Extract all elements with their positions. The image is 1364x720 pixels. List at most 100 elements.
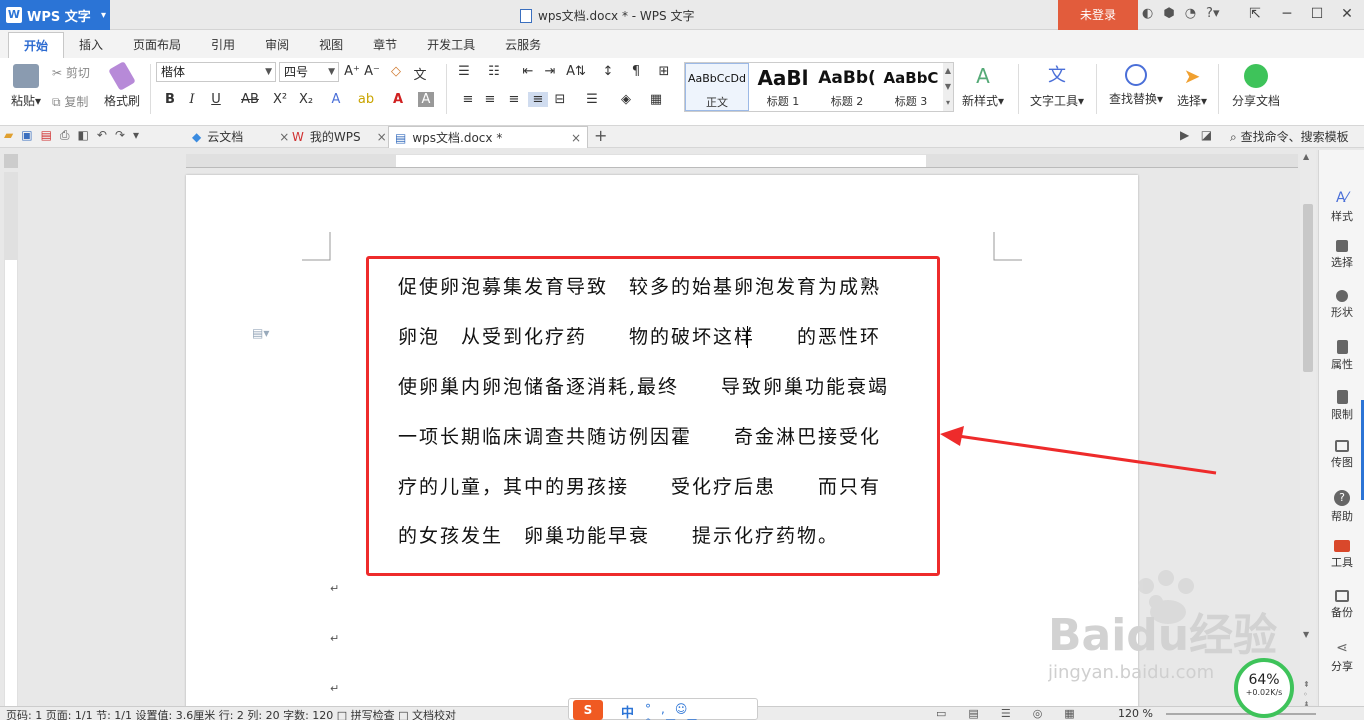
style-heading-2[interactable]: AaBb( 标题 2 [815,63,879,111]
sidebar-item-shapes[interactable]: 形状 [1319,290,1364,320]
format-painter-button[interactable]: 格式刷 [102,61,142,109]
network-speed-widget[interactable]: 64% +0.02K/s [1234,658,1294,718]
scroll-thumb[interactable] [1303,204,1313,372]
strikethrough-icon[interactable]: AB [238,92,262,107]
undo-icon[interactable]: ↶ [97,128,107,143]
backup-icon[interactable]: ◪ [1201,128,1212,142]
sidebar-item-backup[interactable]: 备份 [1319,590,1364,620]
align-left-icon[interactable]: ≡ [458,92,478,107]
more-icon[interactable]: ▾ [133,128,139,143]
minimize-icon[interactable]: ─ [1272,0,1302,30]
close-icon[interactable]: ✕ [1332,0,1362,30]
doc-line[interactable]: 卵泡 从受到化疗药 物的破坏这样 的恶性环 [398,322,881,349]
tab-review[interactable]: 审阅 [250,32,304,58]
select-button[interactable]: ➤ 选择▾ [1172,64,1212,109]
grow-font-icon[interactable]: A⁺ [342,64,362,79]
vertical-ruler[interactable] [4,172,18,720]
border-icon[interactable]: ▦ [646,92,666,107]
tab-references[interactable]: 引用 [196,32,250,58]
font-color-icon[interactable]: A [388,92,408,107]
sidebar-item-restrict[interactable]: 限制 [1319,390,1364,422]
ime-icons[interactable]: °,☺✎▣▦ [645,702,757,720]
numbered-list-icon[interactable]: ☷ [484,64,504,79]
bullet-list-icon[interactable]: ☰ [454,64,474,79]
char-shading-icon[interactable]: A [418,92,434,107]
subscript-icon[interactable]: X₂ [296,92,316,107]
doc-line[interactable]: 使卵巢内卵泡储备逐消耗,最终 导致卵巢功能衰竭 [398,372,889,399]
app-menu-button[interactable]: W WPS 文字 ▾ [0,0,110,30]
pdf-icon[interactable]: ▤ [41,128,52,143]
text-tools-button[interactable]: 文 文字工具▾ [1026,64,1088,109]
share-doc-button[interactable]: 分享文档 [1226,64,1286,109]
doc-line[interactable]: 的女孩发生 卵巢功能早衰 提示化疗药物。 [398,521,839,548]
tab-developer[interactable]: 开发工具 [412,32,490,58]
sidebar-item-properties[interactable]: 属性 [1319,340,1364,372]
preview-icon[interactable]: ◧ [78,128,89,143]
close-icon[interactable]: × [377,126,387,148]
tab-page-layout[interactable]: 页面布局 [118,32,196,58]
style-heading-1[interactable]: AaBl 标题 1 [751,63,815,111]
text-direction-icon[interactable]: A⇅ [566,64,586,79]
highlight-icon[interactable]: ab [356,92,376,107]
tab-my-wps[interactable]: W 我的WPS × [286,126,393,148]
redo-icon[interactable]: ↷ [115,128,125,143]
sidebar-item-styles[interactable]: A⁄ 样式 [1319,190,1364,224]
open-icon[interactable]: ▰ [4,128,13,143]
distribute-icon[interactable]: ⊟ [550,92,570,107]
help-icon[interactable]: ?▾ [1206,6,1219,21]
find-replace-button[interactable]: 查找替换▾ [1104,64,1168,107]
ime-toolbar[interactable]: S 中 °,☺✎▣▦ [568,698,758,720]
sidebar-item-help[interactable]: ? 帮助 [1319,490,1364,524]
login-button[interactable]: 未登录 [1058,0,1138,30]
sidebar-item-select[interactable]: 选择 [1319,240,1364,270]
settings-icon[interactable]: ⬢ [1163,6,1174,21]
horizontal-ruler[interactable] [186,154,1298,168]
sidebar-item-tools[interactable]: 工具 [1319,540,1364,570]
vertical-scrollbar[interactable]: ▲ ▼ ⇞ ◦ ⇟ [1300,150,1316,709]
table-icon[interactable]: ⊞ [654,64,674,79]
web-view-icon[interactable]: ◎ [1033,707,1043,720]
line-spacing-icon[interactable]: ☰ [582,92,602,107]
print-icon[interactable]: ⎙ [60,128,70,143]
style-heading-3[interactable]: AaBbC 标题 3 [879,63,943,111]
maximize-icon[interactable]: ☐ [1302,0,1332,30]
tab-section[interactable]: 章节 [358,32,412,58]
search-command-field[interactable]: ⌕ 查找命令、搜索模板 [1230,128,1349,145]
superscript-icon[interactable]: X² [270,92,290,107]
view-mode-icons[interactable]: ▭ ▤ ☰ ◎ ▦ [936,707,1075,720]
tab-home[interactable]: 开始 [8,32,65,58]
phonetic-icon[interactable]: 文 [410,64,430,83]
doc-line[interactable]: 疗的儿童，其中的男孩接 受化疗后患 而只有 [398,472,881,499]
tab-insert[interactable]: 插入 [64,32,118,58]
font-name-select[interactable]: 楷体 ▼ [156,62,276,82]
align-center-icon[interactable]: ≡ [480,92,500,107]
text-effect-icon[interactable]: A [326,92,346,107]
new-style-button[interactable]: A 新样式▾ [958,64,1008,109]
ime-mode[interactable]: 中 [621,702,634,720]
new-tab-icon[interactable]: + [594,126,607,145]
sidebar-item-upload[interactable]: 传图 [1319,440,1364,470]
zoom-slider[interactable] [1166,713,1316,715]
style-normal[interactable]: AaBbCcDd 正文 [685,63,749,111]
reading-view-icon[interactable]: ▦ [1064,707,1074,720]
font-size-select[interactable]: 四号 ▼ [279,62,339,82]
close-icon[interactable]: × [571,127,581,149]
full-screen-icon[interactable]: ▭ [936,707,946,720]
broadcast-icon[interactable]: ▶ [1180,128,1189,142]
increase-indent-icon[interactable]: ⇥ [540,64,560,79]
sidebar-item-share[interactable]: ⋖ 分享 [1319,640,1364,674]
scroll-down-icon[interactable]: ▼ [1303,630,1309,639]
cut-button[interactable]: ✂ 剪切 [52,64,90,81]
doc-line[interactable]: 促使卵泡募集发育导致 较多的始基卵泡发育为成熟 [398,272,881,299]
outline-view-icon[interactable]: ☰ [1001,707,1011,720]
shrink-font-icon[interactable]: A⁻ [362,64,382,79]
italic-icon[interactable]: I [182,92,202,107]
skin-icon[interactable]: ◐ [1142,6,1153,21]
justify-icon[interactable]: ≡ [528,92,548,107]
doc-line[interactable]: 一项长期临床调查共随访例因霍 奇金淋巴接受化 [398,422,881,449]
scroll-up-icon[interactable]: ▲ [1303,152,1309,161]
tab-view[interactable]: 视图 [304,32,358,58]
underline-icon[interactable]: U [206,92,226,107]
gallery-scroll[interactable]: ▲ ▼ ▾ [943,63,953,111]
tab-cloud-docs[interactable]: ◆ 云文档 × [186,126,295,148]
